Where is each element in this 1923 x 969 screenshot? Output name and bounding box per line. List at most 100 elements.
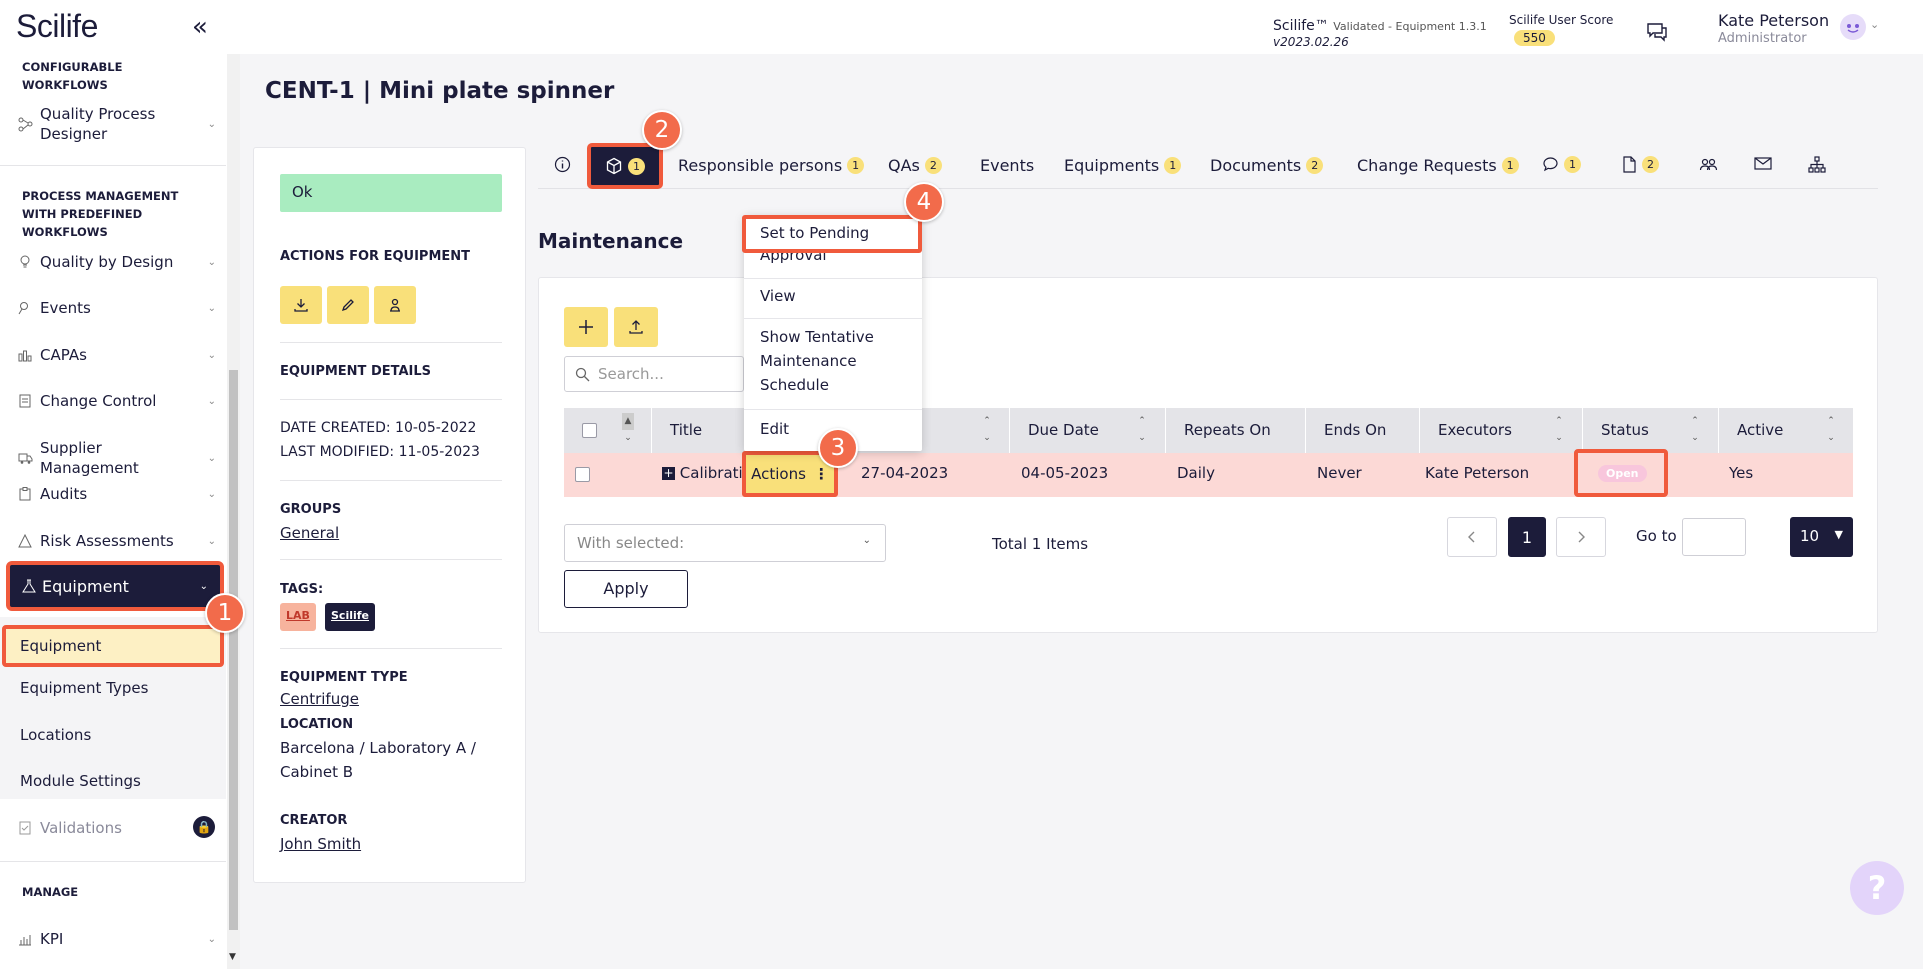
tag-lab[interactable]: LAB (280, 603, 316, 631)
bar-chart-icon (18, 932, 36, 946)
sidebar-item-label: Risk Assessments (40, 532, 174, 550)
edit-button[interactable] (327, 286, 369, 324)
user-score: Scilife User Score 550 (1509, 13, 1613, 46)
page-button-current[interactable]: 1 (1508, 517, 1546, 557)
avatar[interactable] (1840, 14, 1866, 40)
column-executors[interactable]: Executors (1438, 421, 1512, 439)
bulk-action-select[interactable]: With selected: ⌄ (564, 524, 886, 562)
add-maintenance-button[interactable] (564, 307, 608, 347)
collapse-sidebar-icon[interactable]: « (192, 12, 208, 42)
download-button[interactable] (280, 286, 322, 324)
warning-icon (18, 534, 36, 548)
status-badge: Open (1598, 465, 1647, 482)
page-size-select[interactable]: 10 ▼ (1790, 517, 1853, 557)
tab-qas[interactable]: QAs 2 (888, 156, 942, 175)
tab-hierarchy[interactable] (1808, 156, 1826, 173)
tab-maintenance[interactable]: 1 (587, 143, 663, 189)
tab-info[interactable] (554, 156, 571, 173)
sidebar-item-risk-assessments[interactable]: Risk Assessments ⌄ (18, 531, 216, 551)
tab-files[interactable]: 2 (1622, 156, 1659, 173)
column-repeats-on[interactable]: Repeats On (1184, 421, 1271, 439)
assign-user-button[interactable] (374, 286, 416, 324)
row-checkbox[interactable] (575, 467, 590, 482)
submenu-item-locations[interactable]: Locations (20, 726, 91, 744)
cell-active: Yes (1729, 464, 1754, 482)
sidebar-divider (0, 861, 226, 862)
chevron-left-icon (1468, 531, 1475, 543)
plus-square-icon[interactable]: + (662, 467, 675, 480)
scroll-down-arrow-icon[interactable]: ▼ (229, 952, 236, 962)
sort-icon[interactable]: ⌃ ⌄ (981, 413, 993, 447)
upload-button[interactable] (614, 307, 658, 347)
menu-divider (744, 318, 922, 319)
sort-icon[interactable]: ⌃ ⌄ (1689, 413, 1701, 447)
checklist-icon (18, 821, 36, 835)
menu-item-show-tentative-line-3[interactable]: Schedule (760, 373, 910, 397)
menu-item-show-tentative-line-1[interactable]: Show Tentative (760, 325, 910, 349)
step-marker-4: 4 (904, 182, 944, 222)
select-all-checkbox[interactable] (582, 423, 597, 438)
creator-link[interactable]: John Smith (280, 835, 361, 853)
tab-events[interactable]: Events (980, 156, 1034, 175)
goto-page-input[interactable] (1682, 518, 1746, 556)
next-page-button[interactable] (1556, 517, 1606, 557)
apply-button[interactable]: Apply (564, 570, 688, 608)
tab-comments[interactable]: 1 (1542, 156, 1581, 173)
sidebar-item-validations[interactable]: Validations (18, 818, 216, 838)
submenu-item-module-settings[interactable]: Module Settings (20, 772, 141, 790)
pencil-icon (341, 299, 354, 312)
sidebar-item-audits[interactable]: Audits ⌄ (18, 484, 216, 504)
menu-item-set-to-pending-approval[interactable]: Set to Pending (742, 215, 922, 253)
search-input[interactable] (598, 365, 718, 383)
column-ends-on[interactable]: Ends On (1324, 421, 1386, 439)
sidebar-scrollbar-thumb[interactable] (229, 370, 238, 930)
column-title[interactable]: Title (670, 421, 702, 439)
tab-responsible-persons[interactable]: Responsible persons 1 (678, 156, 865, 175)
column-due-date[interactable]: Due Date (1028, 421, 1099, 439)
chevron-down-icon: ⌄ (207, 452, 216, 464)
tab-count: 1 (1164, 157, 1182, 174)
sidebar-divider (0, 165, 226, 166)
tab-users[interactable] (1699, 156, 1718, 173)
user-menu-chevron-icon[interactable]: ⌄ (1870, 18, 1879, 31)
column-active[interactable]: Active (1737, 421, 1783, 439)
sidebar-item-quality-process-designer[interactable]: Quality Process Designer ⌄ (18, 104, 216, 144)
sort-icon[interactable]: ▲ ⌄ (622, 413, 634, 447)
help-button[interactable]: ? (1850, 861, 1904, 915)
location-heading: LOCATION (280, 717, 354, 732)
sidebar-item-events[interactable]: Events ⌄ (18, 298, 216, 318)
sidebar-item-quality-by-design[interactable]: Quality by Design ⌄ (18, 252, 216, 272)
user-name[interactable]: Kate Peterson (1718, 11, 1829, 30)
sidebar-item-capas[interactable]: CAPAs ⌄ (18, 345, 216, 365)
search-field[interactable] (564, 356, 744, 392)
section-manage: MANAGE (22, 885, 79, 899)
sidebar-item-change-control[interactable]: Change Control ⌄ (18, 391, 216, 411)
column-divider (651, 408, 652, 453)
sort-icon[interactable]: ⌃ ⌄ (1136, 413, 1148, 447)
menu-item-view[interactable]: View (760, 284, 910, 308)
document-icon (18, 394, 36, 408)
tab-change-requests[interactable]: Change Requests 1 (1357, 156, 1519, 175)
tab-mail[interactable] (1754, 156, 1772, 171)
tab-documents[interactable]: Documents 2 (1210, 156, 1324, 175)
sidebar-item-equipment[interactable]: Equipment ⌄ (6, 561, 224, 611)
sort-icon[interactable]: ⌃ ⌄ (1825, 413, 1837, 447)
equipment-type-link[interactable]: Centrifuge (280, 690, 359, 708)
submenu-item-equipment[interactable]: Equipment (2, 625, 224, 667)
submenu-item-equipment-types[interactable]: Equipment Types (20, 679, 148, 697)
equipment-type-heading: EQUIPMENT TYPE (280, 670, 408, 685)
clipboard-icon (18, 487, 36, 501)
sidebar-item-kpi[interactable]: KPI ⌄ (18, 929, 216, 949)
column-status[interactable]: Status (1601, 421, 1649, 439)
feedback-icon[interactable] (1646, 22, 1668, 42)
menu-item-show-tentative-line-2[interactable]: Maintenance (760, 349, 910, 373)
prev-page-button[interactable] (1447, 517, 1497, 557)
tag-scilife[interactable]: Scilife (325, 603, 376, 631)
scilife-logo[interactable]: Scilife (16, 8, 98, 45)
expand-row[interactable]: + Calibrati (662, 464, 743, 482)
sort-icon[interactable]: ⌃ ⌄ (1553, 413, 1565, 447)
group-link[interactable]: General (280, 524, 339, 542)
column-divider (1718, 408, 1719, 453)
sidebar-item-supplier-management[interactable]: Supplier Management ⌄ (18, 438, 216, 478)
tab-equipments[interactable]: Equipments 1 (1064, 156, 1182, 175)
